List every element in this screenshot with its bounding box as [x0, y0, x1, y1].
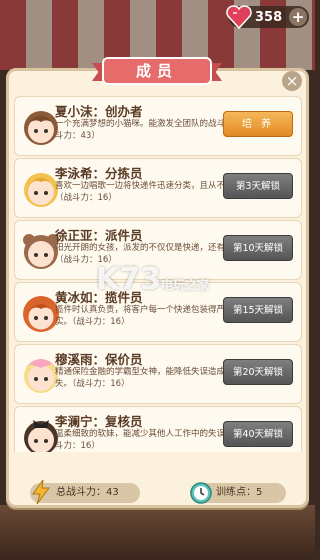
panel-title-ribbon: 成员	[92, 57, 222, 87]
member-name: 李澜宁：复核员	[55, 414, 143, 429]
unlock-button[interactable]: 第10天解锁	[223, 235, 293, 261]
panel-title: 成员	[102, 57, 212, 85]
add-gems-button[interactable]: +	[289, 8, 307, 26]
cultivate-button[interactable]: 培 养	[223, 111, 293, 137]
member-card: 李泳希：分拣员 喜欢一边唱歌一边将快递件迅速分类，且从不失误。（战斗力：16） …	[14, 158, 302, 218]
unlock-button[interactable]: 第3天解锁	[223, 173, 293, 199]
watermark-main: K73	[96, 262, 161, 297]
member-card: 夏小沫：创办者 一个充满梦想的小猫咪。能激发全团队的战斗力。（战斗力：43） 培…	[14, 96, 302, 156]
footer-stats: 总战斗力：43 训练点：5	[22, 479, 294, 505]
gem-count: 358	[255, 9, 283, 25]
member-card: 李澜宁：复核员 温柔细致的软妹，能减少其他人工作中的失误率。（战斗力：16） 第…	[14, 406, 302, 452]
total-power-stat: 总战斗力：43	[30, 479, 140, 505]
unlock-button[interactable]: 第20天解锁	[223, 359, 293, 385]
close-button[interactable]: ×	[282, 71, 302, 91]
total-power-text: 总战斗力：43	[56, 487, 119, 498]
watermark-sub: 电玩之家	[161, 278, 210, 292]
training-points-stat: 训练点：5	[190, 482, 286, 504]
member-name: 徐正亚：派件员	[55, 228, 143, 243]
heart-gem-icon	[226, 5, 252, 30]
member-name: 穆溪雨：保价员	[55, 352, 143, 367]
training-points-text: 训练点：5	[216, 487, 263, 498]
unlock-button[interactable]: 第15天解锁	[223, 297, 293, 323]
member-name: 夏小沫：创办者	[55, 104, 143, 119]
gem-counter: 358 +	[226, 5, 309, 30]
alarm-clock-icon	[190, 482, 212, 504]
shop-floor-background	[0, 505, 315, 560]
member-name: 李泳希：分拣员	[55, 166, 143, 181]
site-watermark: K73电玩之家	[96, 262, 209, 297]
lightning-icon	[32, 479, 50, 505]
member-card: 穆溪雨：保价员 精通保险金融的学霸型女神，能降低失误造成的损失。（战斗力：16）…	[14, 344, 302, 404]
unlock-button[interactable]: 第40天解锁	[223, 421, 293, 447]
